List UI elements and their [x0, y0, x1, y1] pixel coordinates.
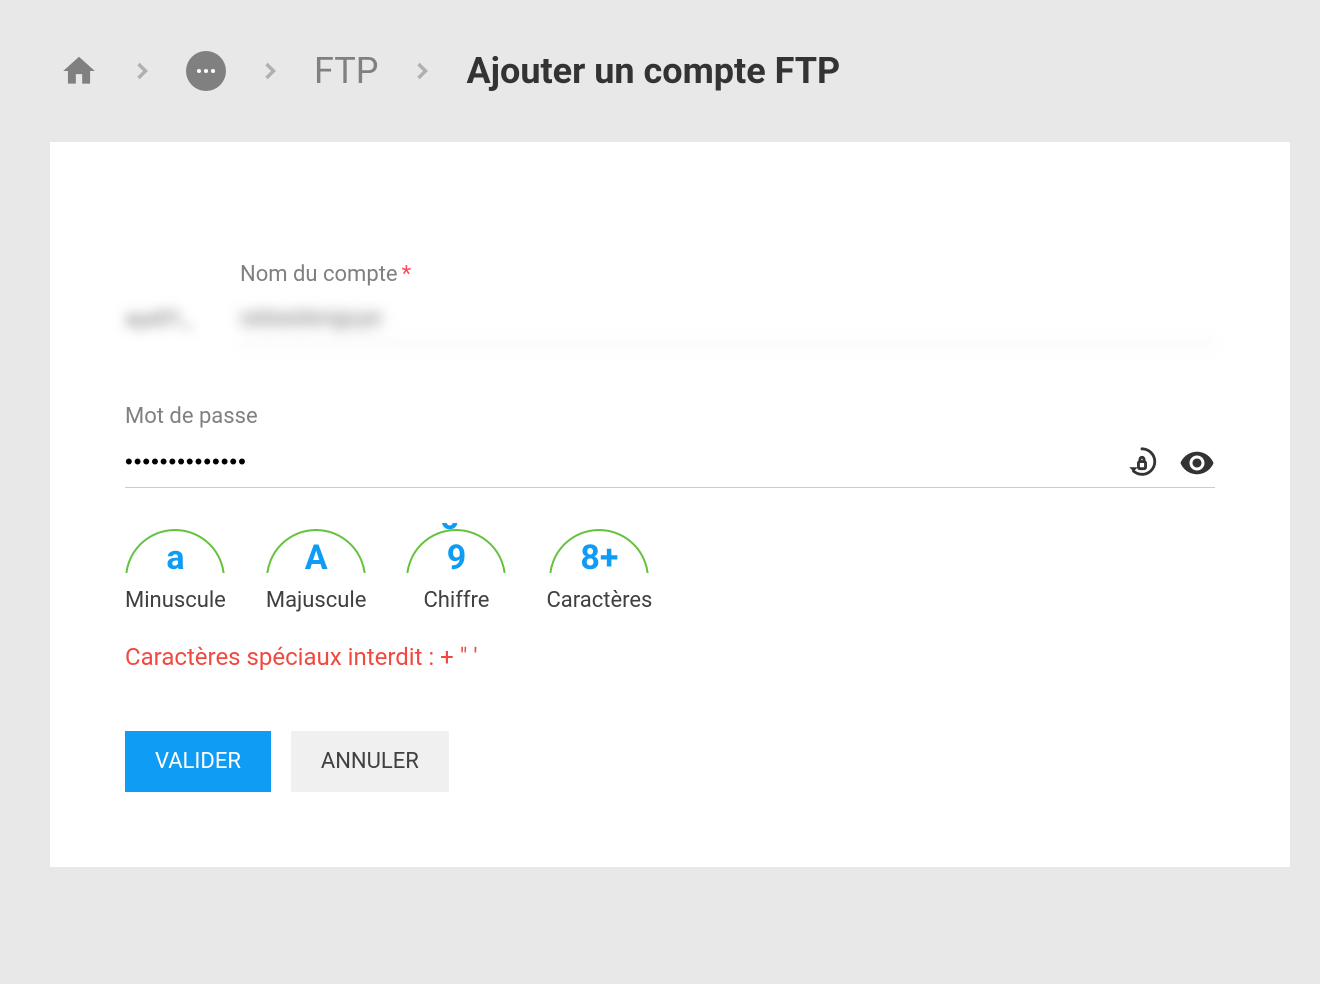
breadcrumb-current: Ajouter un compte FTP: [466, 50, 840, 92]
special-chars-warning: Caractères spéciaux interdit : + " ': [125, 643, 1215, 671]
password-row: Mot de passe: [125, 404, 1215, 488]
breadcrumb: FTP Ajouter un compte FTP: [0, 0, 1320, 142]
account-name-label: Nom du compte*: [240, 262, 1215, 287]
toggle-password-visibility-icon[interactable]: [1179, 445, 1215, 481]
indicator-lowercase-label: Minuscule: [125, 588, 226, 613]
indicator-uppercase-symbol: A: [305, 538, 328, 573]
indicator-length-label: Caractères: [546, 588, 652, 613]
breadcrumb-ftp[interactable]: FTP: [314, 50, 378, 92]
indicator-length: 8+ Caractères: [546, 523, 652, 613]
required-indicator: *: [402, 262, 411, 287]
button-row: VALIDER ANNULER: [125, 731, 1215, 792]
chevron-right-icon: [256, 57, 284, 85]
indicator-digit-label: Chiffre: [423, 588, 489, 613]
password-strength-indicators: a Minuscule A Majuscule 0-9 Chiffre 8+ C…: [125, 523, 1215, 613]
indicator-lowercase-symbol: a: [166, 538, 184, 573]
chevron-right-icon: [408, 57, 436, 85]
indicator-digit-symbol: 0-9: [431, 523, 481, 573]
indicator-length-symbol: 8+: [580, 538, 618, 573]
account-name-row: xyz01_ Nom du compte*: [125, 262, 1215, 344]
password-input[interactable]: [125, 439, 1125, 487]
form-card: xyz01_ Nom du compte* Mot de passe: [50, 142, 1290, 867]
ellipsis-icon[interactable]: [186, 51, 226, 91]
indicator-lowercase: a Minuscule: [125, 523, 226, 613]
indicator-digit: 0-9 Chiffre: [406, 523, 506, 613]
cancel-button[interactable]: ANNULER: [291, 731, 449, 792]
submit-button[interactable]: VALIDER: [125, 731, 271, 792]
password-label: Mot de passe: [125, 404, 1215, 429]
home-icon[interactable]: [60, 52, 98, 90]
chevron-right-icon: [128, 57, 156, 85]
indicator-uppercase: A Majuscule: [266, 523, 367, 613]
indicator-uppercase-label: Majuscule: [266, 588, 367, 613]
account-prefix: xyz01_: [125, 307, 240, 344]
account-name-input[interactable]: [240, 297, 1215, 344]
generate-password-icon[interactable]: [1125, 446, 1159, 480]
